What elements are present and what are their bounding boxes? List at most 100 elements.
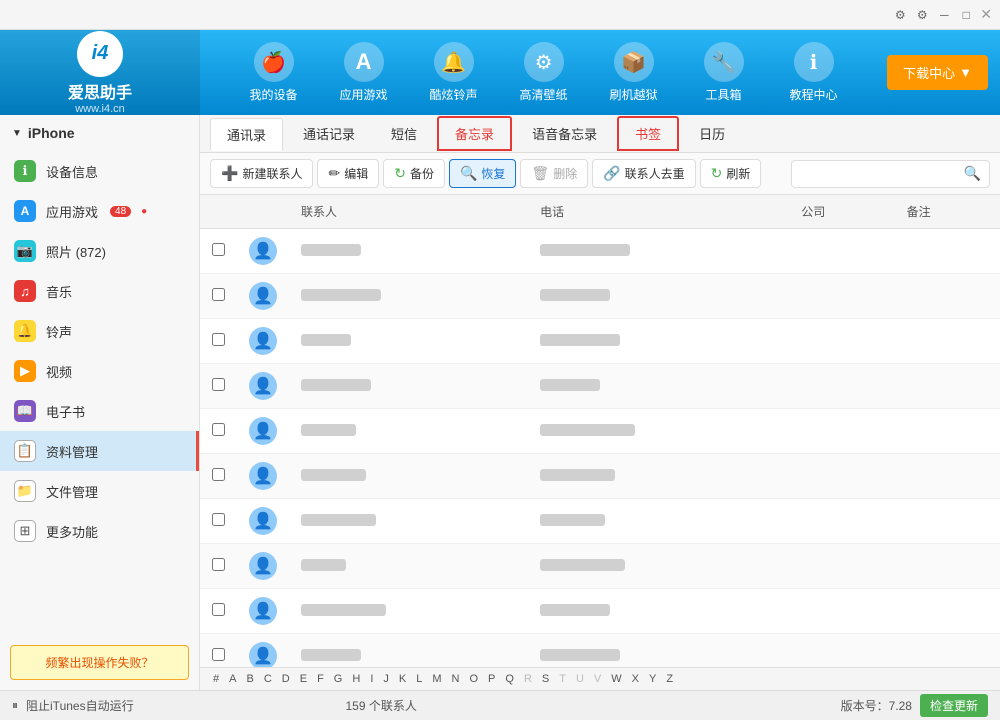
tab-contacts[interactable]: 通讯录 [210,118,283,151]
alpha-G[interactable]: G [331,672,346,686]
nav-my-device[interactable]: 🍎 我的设备 [229,30,319,115]
close-icon[interactable]: ✕ [980,6,992,23]
maximize-icon[interactable]: □ [958,7,974,23]
row-check[interactable] [200,634,237,668]
alpha-D[interactable]: D [279,672,293,686]
alpha-K[interactable]: K [396,672,409,686]
alpha-C[interactable]: C [261,672,275,686]
alpha-Y[interactable]: Y [646,672,659,686]
table-row[interactable]: 👤 [200,634,1000,668]
table-row[interactable]: 👤 [200,229,1000,274]
table-row[interactable]: 👤 [200,499,1000,544]
row-check[interactable] [200,589,237,634]
refresh-button[interactable]: ↻ 刷新 [700,159,762,188]
download-button[interactable]: 下载中心 ▼ [887,55,988,90]
search-icon[interactable]: 🔍 [964,165,981,182]
table-row[interactable]: 👤 [200,319,1000,364]
sidebar-item-file-mgmt[interactable]: 📁 文件管理 [0,471,199,511]
alpha-F[interactable]: F [314,672,327,686]
tab-bookmarks[interactable]: 书签 [617,116,679,151]
nav-ringtones[interactable]: 🔔 酷炫铃声 [409,30,499,115]
alpha-Q[interactable]: Q [502,672,517,686]
table-row[interactable]: 👤 [200,274,1000,319]
alpha-N[interactable]: N [449,672,463,686]
alpha-S[interactable]: S [539,672,552,686]
row-company [789,589,894,634]
row-check[interactable] [200,409,237,454]
nav-toolbox[interactable]: 🔧 工具箱 [679,30,769,115]
row-check[interactable] [200,454,237,499]
row-checkbox[interactable] [212,558,225,571]
alpha-#[interactable]: # [210,672,222,686]
alpha-J[interactable]: J [380,672,392,686]
sidebar-item-music[interactable]: ♫ 音乐 [0,271,199,311]
tab-calendar[interactable]: 日历 [683,118,741,149]
row-checkbox[interactable] [212,513,225,526]
table-row[interactable]: 👤 [200,364,1000,409]
pause-icon[interactable]: ⏸ [12,698,18,713]
row-check[interactable] [200,364,237,409]
row-avatar-cell: 👤 [237,589,289,634]
sidebar-item-ebooks[interactable]: 📖 电子书 [0,391,199,431]
table-row[interactable]: 👤 [200,454,1000,499]
new-contact-button[interactable]: ➕ 新建联系人 [210,159,313,188]
delete-button[interactable]: 🗑 删除 [520,159,588,188]
nav-apps-label: 应用游戏 [340,86,388,103]
alpha-E[interactable]: E [297,672,310,686]
tab-sms[interactable]: 短信 [375,118,433,149]
tab-voice-notes[interactable]: 语音备忘录 [516,118,613,149]
dedup-button[interactable]: 🔗 联系人去重 [592,159,695,188]
alpha-O[interactable]: O [466,672,481,686]
settings2-icon[interactable]: ⚙ [914,7,930,23]
sidebar-item-apps[interactable]: A 应用游戏 48 ● [0,191,199,231]
alpha-W[interactable]: W [608,672,624,686]
row-check[interactable] [200,544,237,589]
right-panel: 通讯录 通话记录 短信 备忘录 语音备忘录 书签 日历 ➕ [200,115,1000,690]
backup-button[interactable]: ↻ 备份 [383,159,445,188]
row-check[interactable] [200,274,237,319]
nav-tutorial[interactable]: ℹ 教程中心 [769,30,859,115]
trouble-button[interactable]: 频繁出现操作失败？ [10,645,189,680]
row-checkbox[interactable] [212,288,225,301]
alpha-Z[interactable]: Z [663,672,676,686]
check-update-button[interactable]: 检查更新 [920,694,988,717]
alpha-L[interactable]: L [413,672,425,686]
alpha-B[interactable]: B [243,672,256,686]
minimize-icon[interactable]: ─ [936,7,952,23]
row-checkbox[interactable] [212,333,225,346]
phone-blur [540,289,610,301]
row-checkbox[interactable] [212,243,225,256]
restore-button[interactable]: 🔍 恢复 [449,159,516,188]
alpha-X[interactable]: X [629,672,642,686]
nav-apps[interactable]: A 应用游戏 [319,30,409,115]
sidebar-item-more[interactable]: ⊞ 更多功能 [0,511,199,551]
tab-notes[interactable]: 备忘录 [437,116,512,151]
settings-icon[interactable]: ⚙ [892,7,908,23]
row-checkbox[interactable] [212,603,225,616]
sidebar-item-photos[interactable]: 📷 照片 (872) [0,231,199,271]
table-row[interactable]: 👤 [200,589,1000,634]
tab-call-log[interactable]: 通话记录 [287,118,371,149]
table-row[interactable]: 👤 [200,544,1000,589]
row-check[interactable] [200,499,237,544]
row-checkbox[interactable] [212,423,225,436]
row-checkbox[interactable] [212,648,225,661]
sidebar-item-ringtones[interactable]: 🔔 铃声 [0,311,199,351]
alpha-P[interactable]: P [485,672,498,686]
sidebar-item-video[interactable]: ▶ 视频 [0,351,199,391]
row-checkbox[interactable] [212,468,225,481]
alpha-H[interactable]: H [349,672,363,686]
nav-jailbreak[interactable]: 📦 刷机越狱 [589,30,679,115]
row-checkbox[interactable] [212,378,225,391]
row-check[interactable] [200,229,237,274]
alpha-I[interactable]: I [367,672,376,686]
edit-button[interactable]: ✏ 编辑 [317,159,379,188]
sidebar-item-data-mgmt[interactable]: 📋 资料管理 [0,431,199,471]
alpha-M[interactable]: M [429,672,444,686]
alpha-A[interactable]: A [226,672,239,686]
table-row[interactable]: 👤 [200,409,1000,454]
nav-wallpaper[interactable]: ⚙ 高清壁纸 [499,30,589,115]
row-check[interactable] [200,319,237,364]
sidebar-item-device-info[interactable]: ℹ 设备信息 [0,151,199,191]
search-input[interactable] [800,167,960,181]
